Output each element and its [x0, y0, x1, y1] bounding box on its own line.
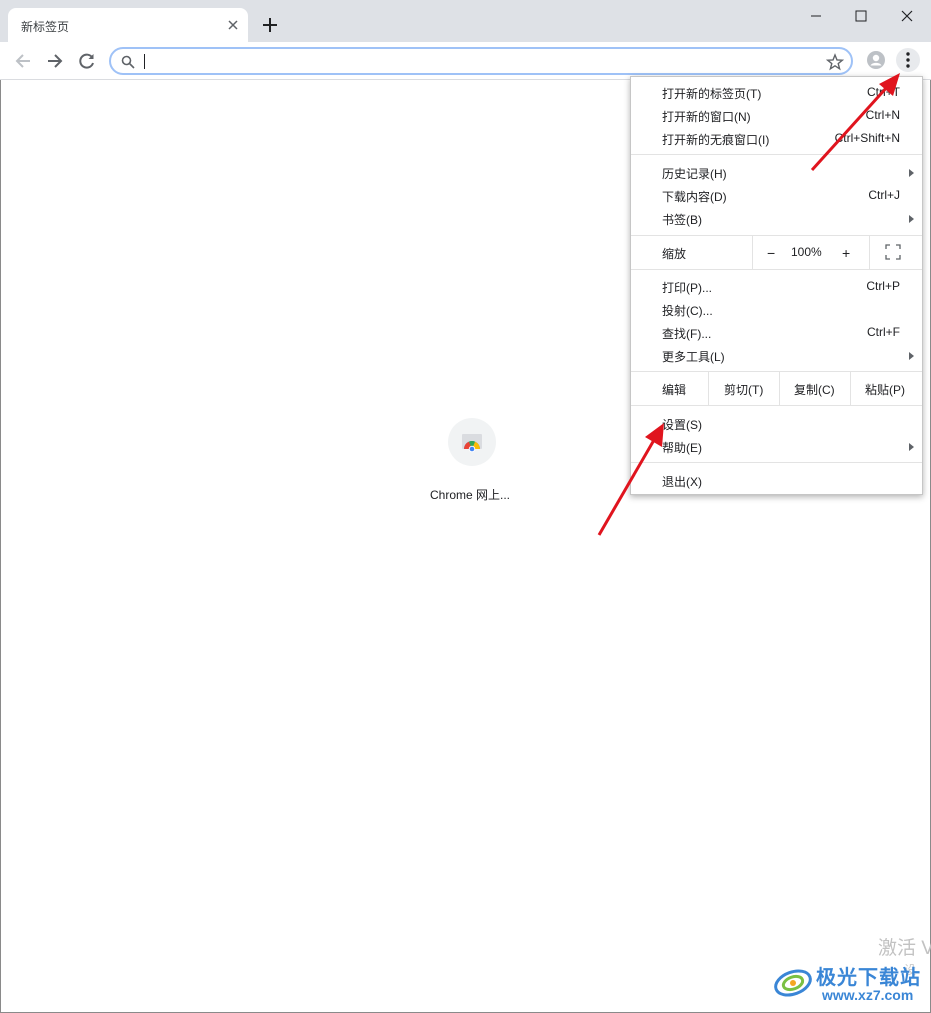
zoom-in-button[interactable]: + [842, 245, 850, 261]
text-caret [144, 54, 145, 69]
zoom-value: 100% [791, 245, 822, 259]
search-icon [121, 55, 135, 69]
new-tab-button[interactable] [260, 15, 280, 35]
shortcut-label: Chrome 网上... [429, 488, 511, 502]
watermark-url: www.xz7.com [822, 987, 914, 1003]
reload-button[interactable] [76, 50, 98, 72]
window-close-button[interactable] [897, 6, 917, 26]
tab-title: 新标签页 [21, 20, 70, 34]
zoom-divider [752, 236, 753, 269]
menu-item-label: 历史记录(H) [662, 167, 727, 181]
menu-item-exit[interactable]: 退出(X) [631, 469, 922, 492]
address-bar[interactable] [109, 47, 853, 75]
shortcut-icon-bg [448, 418, 496, 466]
menu-item-shortcut: Ctrl+P [866, 279, 900, 293]
menu-item-label: 帮助(E) [662, 441, 702, 455]
menu-item-shortcut: Ctrl+N [865, 108, 900, 122]
paste-button[interactable]: 粘贴(P) [865, 381, 905, 398]
close-icon[interactable] [225, 17, 241, 33]
edit-label: 编辑 [662, 383, 687, 397]
menu-item-more-tools[interactable]: 更多工具(L) [631, 344, 922, 367]
menu-item-label: 退出(X) [662, 475, 702, 489]
activate-windows-text: 激活 V [878, 938, 931, 959]
tab-new-tab[interactable]: 新标签页 [8, 8, 248, 42]
menu-item-find[interactable]: 查找(F)... Ctrl+F [631, 321, 922, 344]
submenu-arrow-icon [909, 169, 914, 177]
zoom-divider [869, 236, 870, 269]
menu-item-bookmarks[interactable]: 书签(B) [631, 207, 922, 230]
bookmark-star-icon[interactable] [826, 53, 844, 71]
menu-item-shortcut: Ctrl+J [868, 188, 900, 202]
menu-divider [631, 269, 922, 270]
menu-divider [631, 371, 922, 372]
chrome-web-store-icon [462, 434, 482, 453]
copy-button[interactable]: 复制(C) [794, 381, 835, 398]
menu-item-shortcut: Ctrl+T [867, 85, 900, 99]
menu-item-history[interactable]: 历史记录(H) [631, 161, 922, 184]
zoom-out-button[interactable]: − [767, 245, 775, 261]
submenu-arrow-icon [909, 443, 914, 451]
chrome-menu: 打开新的标签页(T) Ctrl+T 打开新的窗口(N) Ctrl+N 打开新的无… [630, 76, 923, 495]
fullscreen-icon[interactable] [885, 244, 901, 260]
menu-item-label: 查找(F)... [662, 327, 712, 341]
maximize-button[interactable] [851, 6, 871, 26]
submenu-arrow-icon [909, 215, 914, 223]
menu-item-label: 打印(P)... [662, 281, 712, 295]
menu-item-help[interactable]: 帮助(E) [631, 435, 922, 458]
menu-item-settings[interactable]: 设置(S) [631, 412, 922, 435]
menu-item-new-window[interactable]: 打开新的窗口(N) Ctrl+N [631, 104, 922, 127]
profile-avatar-icon[interactable] [866, 50, 886, 70]
edit-divider [850, 372, 851, 405]
menu-item-label: 设置(S) [662, 418, 702, 432]
menu-item-label: 下载内容(D) [662, 190, 727, 204]
minimize-button[interactable] [806, 6, 826, 26]
tab-strip: 新标签页 [0, 0, 931, 42]
menu-divider [631, 235, 922, 236]
edit-divider [779, 372, 780, 405]
menu-divider [631, 405, 922, 406]
menu-item-label: 投射(C)... [662, 304, 713, 318]
more-options-button[interactable] [896, 48, 920, 72]
submenu-arrow-icon [909, 352, 914, 360]
watermark-logo-icon [774, 969, 812, 997]
three-dots-icon [906, 52, 910, 68]
menu-item-print[interactable]: 打印(P)... Ctrl+P [631, 275, 922, 298]
menu-item-shortcut: Ctrl+F [867, 325, 900, 339]
forward-button[interactable] [44, 50, 66, 72]
watermark-brand: 极光下载站 [816, 967, 921, 989]
menu-item-cast[interactable]: 投射(C)... [631, 298, 922, 321]
menu-item-downloads[interactable]: 下载内容(D) Ctrl+J [631, 184, 922, 207]
zoom-label: 缩放 [662, 247, 687, 261]
cut-button[interactable]: 剪切(T) [724, 381, 763, 398]
toolbar [0, 42, 931, 80]
edit-divider [708, 372, 709, 405]
menu-divider [631, 154, 922, 155]
menu-item-shortcut: Ctrl+Shift+N [834, 131, 900, 145]
menu-divider [631, 462, 922, 463]
menu-item-new-tab[interactable]: 打开新的标签页(T) Ctrl+T [631, 81, 922, 104]
address-input[interactable] [143, 51, 807, 73]
menu-item-label: 更多工具(L) [662, 350, 725, 364]
menu-item-label: 书签(B) [662, 213, 702, 227]
back-button[interactable] [12, 50, 34, 72]
menu-item-new-incognito[interactable]: 打开新的无痕窗口(I) Ctrl+Shift+N [631, 127, 922, 150]
menu-item-label: 打开新的标签页(T) [662, 87, 762, 101]
menu-item-label: 打开新的无痕窗口(I) [662, 133, 770, 147]
menu-item-label: 打开新的窗口(N) [662, 110, 751, 124]
